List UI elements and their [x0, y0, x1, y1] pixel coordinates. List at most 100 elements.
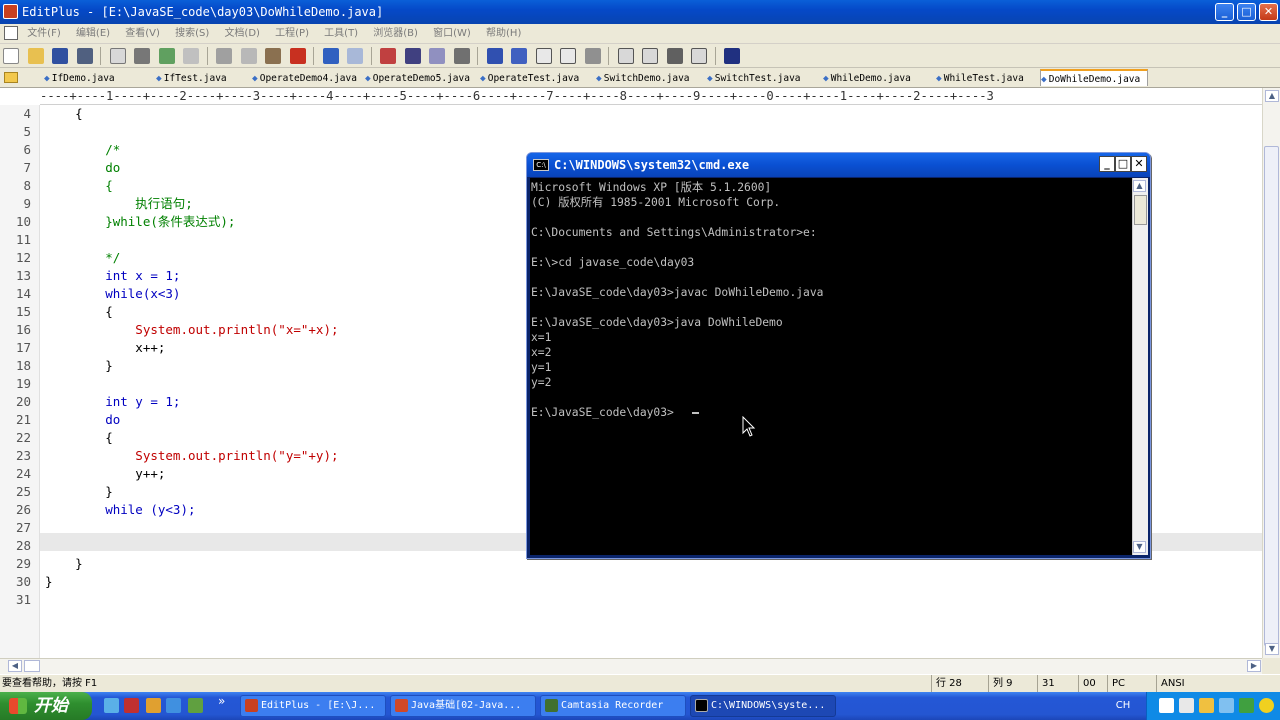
cliptext-icon[interactable]	[666, 48, 683, 64]
close-button[interactable]: ✕	[1259, 3, 1278, 21]
help-icon[interactable]	[724, 48, 740, 64]
save-icon[interactable]	[52, 48, 68, 64]
menu-project[interactable]: 工程(P)	[275, 24, 309, 43]
tab-operatetest[interactable]: ◆ OperateTest.java	[480, 70, 579, 87]
scroll-up-icon[interactable]: ▲	[1265, 90, 1279, 102]
scroll-right-icon[interactable]: ▶	[1247, 660, 1261, 672]
directory-window-icon[interactable]	[617, 48, 634, 64]
menu-tools[interactable]: 工具(T)	[324, 24, 358, 43]
horizontal-scroll-thumb[interactable]	[24, 660, 40, 672]
print-preview-icon[interactable]	[109, 48, 126, 64]
font-icon[interactable]	[486, 48, 503, 64]
tray-icon[interactable]	[1219, 698, 1234, 713]
output-window-icon[interactable]	[642, 48, 658, 64]
spell-check-icon[interactable]	[158, 48, 175, 64]
copy-icon[interactable]	[240, 48, 257, 64]
code-line: */	[45, 250, 121, 265]
cmd-console[interactable]: Microsoft Windows XP [版本 5.1.2600] (C) 版…	[530, 178, 1132, 555]
find-icon[interactable]	[380, 48, 396, 64]
tab-switchdemo[interactable]: ◆ SwitchDemo.java	[596, 70, 690, 87]
editor-scroll-thumb[interactable]	[1264, 146, 1279, 646]
cmd-close-button[interactable]: ✕	[1131, 156, 1147, 172]
task-camtasia[interactable]: Camtasia Recorder	[540, 695, 686, 717]
goto-icon[interactable]	[453, 48, 470, 64]
line-number: 20	[15, 394, 31, 409]
tab-operatedemo5[interactable]: ◆ OperateDemo5.java	[365, 70, 470, 87]
fullscreen-icon[interactable]	[691, 48, 707, 64]
cmd-title-bar[interactable]: C:\WINDOWS\system32\cmd.exe	[527, 153, 1150, 177]
task-editplus[interactable]: EditPlus - [E:\J...	[240, 695, 386, 717]
menu-view[interactable]: 查看(V)	[125, 24, 160, 43]
quicklaunch-tool-icon[interactable]	[188, 698, 203, 713]
tab-whiledemo[interactable]: ◆ WhileDemo.java	[823, 70, 911, 87]
tray-icon[interactable]	[1199, 698, 1214, 713]
task-java-doc[interactable]: Java基础[02-Java...	[390, 695, 536, 717]
language-indicator[interactable]: CH	[1108, 692, 1138, 720]
tab-ifdemo[interactable]: ◆ IfDemo.java	[44, 70, 115, 87]
cmd-maximize-button[interactable]: □	[1115, 156, 1131, 172]
tray-icon[interactable]	[1159, 698, 1174, 713]
quicklaunch-app-icon[interactable]	[146, 698, 161, 713]
scroll-left-icon[interactable]: ◀	[8, 660, 22, 672]
task-cmd[interactable]: C:\WINDOWS\syste...	[690, 695, 836, 717]
code-line: do	[45, 412, 121, 427]
redo-icon[interactable]	[347, 48, 363, 64]
menu-help[interactable]: 帮助(H)	[486, 24, 521, 43]
settings-icon[interactable]	[584, 48, 601, 64]
cmd-scroll-down-icon[interactable]: ▼	[1133, 541, 1146, 553]
folder-icon[interactable]	[4, 72, 18, 83]
delete-icon[interactable]	[289, 48, 306, 64]
replace-icon[interactable]	[404, 48, 421, 64]
menu-edit[interactable]: 编辑(E)	[76, 24, 110, 43]
print-icon[interactable]	[134, 48, 150, 64]
find-in-files-icon[interactable]	[429, 48, 445, 64]
quicklaunch-desktop-icon[interactable]	[104, 698, 119, 713]
console-line: E:\JavaSE_code\day03>javac DoWhileDemo.j…	[531, 286, 824, 299]
menu-window[interactable]: 窗口(W)	[433, 24, 471, 43]
undo-icon[interactable]	[322, 48, 339, 64]
java-file-icon: ◆	[252, 73, 258, 84]
tray-icon[interactable]	[1259, 698, 1274, 713]
tab-iftest[interactable]: ◆ IfTest.java	[156, 70, 227, 87]
open-folder-icon[interactable]	[27, 48, 44, 64]
window-title-bar[interactable]: EditPlus - [E:\JavaSE_code\day03\DoWhile…	[0, 0, 1280, 24]
quicklaunch-more-icon[interactable]: »	[218, 694, 225, 708]
tray-icon[interactable]	[1179, 698, 1194, 713]
quicklaunch-editplus-icon[interactable]	[124, 698, 139, 713]
paste-icon[interactable]	[265, 48, 281, 64]
java-file-icon: ◆	[596, 73, 602, 84]
editor-horizontal-scrollbar[interactable]	[0, 658, 1262, 674]
menu-search[interactable]: 搜索(S)	[175, 24, 209, 43]
window-title: EditPlus - [E:\JavaSE_code\day03\DoWhile…	[22, 5, 384, 19]
line-number-icon[interactable]	[560, 48, 576, 64]
cmd-minimize-button[interactable]: _	[1099, 156, 1115, 172]
menu-document[interactable]: 文档(D)	[224, 24, 260, 43]
cmd-scroll-thumb[interactable]	[1134, 195, 1147, 225]
ruler-corner	[0, 88, 40, 105]
cmd-scroll-up-icon[interactable]: ▲	[1133, 180, 1146, 192]
ruler-icon[interactable]	[535, 48, 552, 64]
new-file-icon[interactable]	[3, 48, 19, 64]
mouse-pointer-icon	[742, 416, 756, 437]
quicklaunch-browser-icon[interactable]	[166, 698, 181, 713]
line-number: 25	[15, 484, 31, 499]
editplus-app-icon[interactable]	[3, 4, 18, 19]
html-preview-icon[interactable]	[183, 48, 199, 64]
word-wrap-icon[interactable]	[511, 48, 527, 64]
cmd-scrollbar[interactable]	[1132, 178, 1148, 555]
cmd-icon[interactable]: C:\	[533, 159, 549, 171]
scroll-down-icon[interactable]: ▼	[1265, 643, 1279, 655]
tab-switchtest[interactable]: ◆ SwitchTest.java	[707, 70, 801, 87]
cmd-window[interactable]: C:\WINDOWS\system32\cmd.exe C:\ _ □ ✕ Mi…	[526, 152, 1151, 559]
maximize-button[interactable]: □	[1237, 3, 1256, 21]
tab-dowhiledemo[interactable]: ◆ DoWhileDemo.java	[1040, 69, 1148, 86]
menu-browser[interactable]: 浏览器(B)	[373, 24, 418, 43]
save-all-icon[interactable]	[76, 48, 93, 64]
cut-icon[interactable]	[216, 48, 232, 64]
minimize-button[interactable]: _	[1215, 3, 1234, 21]
editplus-task-icon	[245, 699, 258, 712]
tab-operatedemo4[interactable]: ◆ OperateDemo4.java	[252, 70, 357, 87]
menu-file[interactable]: 文件(F)	[27, 24, 61, 43]
tray-icon[interactable]	[1239, 698, 1254, 713]
tab-whiletest[interactable]: ◆ WhileTest.java	[936, 70, 1024, 87]
